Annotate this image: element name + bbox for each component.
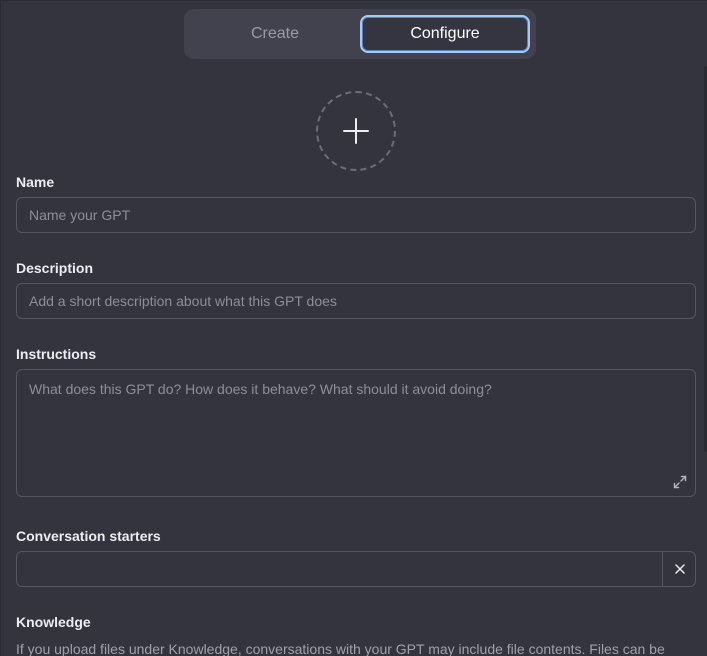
description-input[interactable]	[16, 283, 696, 319]
mode-toggle: Create Configure	[184, 9, 536, 59]
instructions-label: Instructions	[16, 346, 97, 362]
plus-icon	[343, 118, 369, 144]
instructions-textarea[interactable]	[16, 369, 696, 497]
conversation-starter-row	[16, 551, 696, 587]
tab-configure[interactable]: Configure	[360, 15, 530, 53]
avatar-upload-button[interactable]	[316, 91, 396, 171]
conversation-starters-label: Conversation starters	[16, 528, 161, 544]
name-input[interactable]	[16, 197, 696, 233]
top-divider	[0, 0, 707, 1]
knowledge-label: Knowledge	[16, 614, 91, 630]
left-divider	[0, 0, 1, 656]
name-label: Name	[16, 174, 55, 190]
description-label: Description	[16, 260, 94, 276]
remove-starter-button[interactable]	[662, 552, 695, 586]
expand-icon[interactable]	[672, 474, 688, 490]
close-icon	[674, 564, 685, 574]
tab-create[interactable]: Create	[190, 15, 360, 53]
knowledge-description: If you upload files under Knowledge, con…	[16, 641, 665, 656]
gpt-configure-panel: Create Configure Name Description Instru…	[0, 0, 707, 656]
conversation-starter-input[interactable]	[17, 552, 662, 586]
